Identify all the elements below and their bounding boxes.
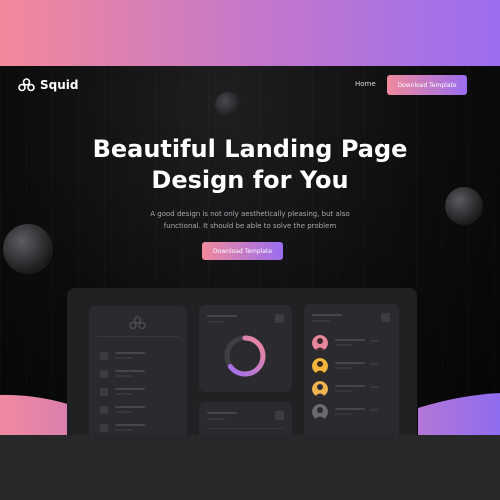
placeholder-line bbox=[115, 370, 145, 372]
hero-section: Squid Home Download Template Beautiful L… bbox=[0, 66, 500, 435]
checkbox-icon bbox=[100, 352, 108, 360]
menu-icon bbox=[275, 411, 284, 420]
placeholder-line bbox=[115, 352, 145, 354]
placeholder-line bbox=[335, 408, 365, 410]
placeholder-line bbox=[335, 367, 353, 369]
placeholder-line bbox=[370, 386, 379, 388]
avatar bbox=[312, 335, 328, 351]
placeholder-line bbox=[370, 340, 379, 342]
dashboard-progress-card bbox=[199, 305, 292, 392]
placeholder-line bbox=[207, 321, 225, 323]
dashboard-lower-card bbox=[199, 402, 292, 435]
placeholder-line bbox=[335, 339, 365, 341]
donut-progress-chart bbox=[224, 335, 266, 377]
placeholder-line bbox=[370, 409, 379, 411]
placeholder-line bbox=[115, 393, 133, 395]
page-bottom-band bbox=[0, 435, 500, 500]
placeholder-line bbox=[335, 344, 353, 346]
placeholder-line bbox=[312, 320, 330, 322]
placeholder-line bbox=[335, 362, 365, 364]
placeholder-line bbox=[335, 385, 365, 387]
divider bbox=[97, 336, 179, 337]
avatar bbox=[312, 381, 328, 397]
checkbox-icon bbox=[100, 424, 108, 432]
placeholder-line bbox=[115, 388, 145, 390]
menu-icon bbox=[381, 313, 390, 322]
placeholder-line bbox=[115, 375, 133, 377]
checkbox-icon bbox=[100, 388, 108, 396]
placeholder-line bbox=[207, 315, 237, 317]
avatar bbox=[312, 404, 328, 420]
checkbox-icon bbox=[100, 370, 108, 378]
dashboard-preview bbox=[67, 288, 417, 435]
placeholder-line bbox=[115, 424, 145, 426]
checkbox-icon bbox=[100, 406, 108, 414]
menu-icon bbox=[275, 314, 284, 323]
dashboard-people-card bbox=[304, 304, 399, 435]
squid-logo-icon bbox=[129, 316, 146, 330]
placeholder-line bbox=[370, 363, 379, 365]
dashboard-list-card bbox=[89, 306, 187, 435]
placeholder-line bbox=[115, 406, 145, 408]
avatar bbox=[312, 358, 328, 374]
page: Squid Home Download Template Beautiful L… bbox=[0, 0, 500, 500]
placeholder-line bbox=[115, 429, 133, 431]
placeholder-line bbox=[335, 390, 353, 392]
placeholder-line bbox=[207, 412, 237, 414]
gradient-top-band bbox=[0, 0, 500, 66]
divider bbox=[207, 428, 284, 429]
placeholder-line bbox=[115, 411, 133, 413]
placeholder-line bbox=[115, 357, 133, 359]
placeholder-line bbox=[312, 314, 342, 316]
placeholder-line bbox=[207, 418, 225, 420]
placeholder-line bbox=[335, 413, 353, 415]
